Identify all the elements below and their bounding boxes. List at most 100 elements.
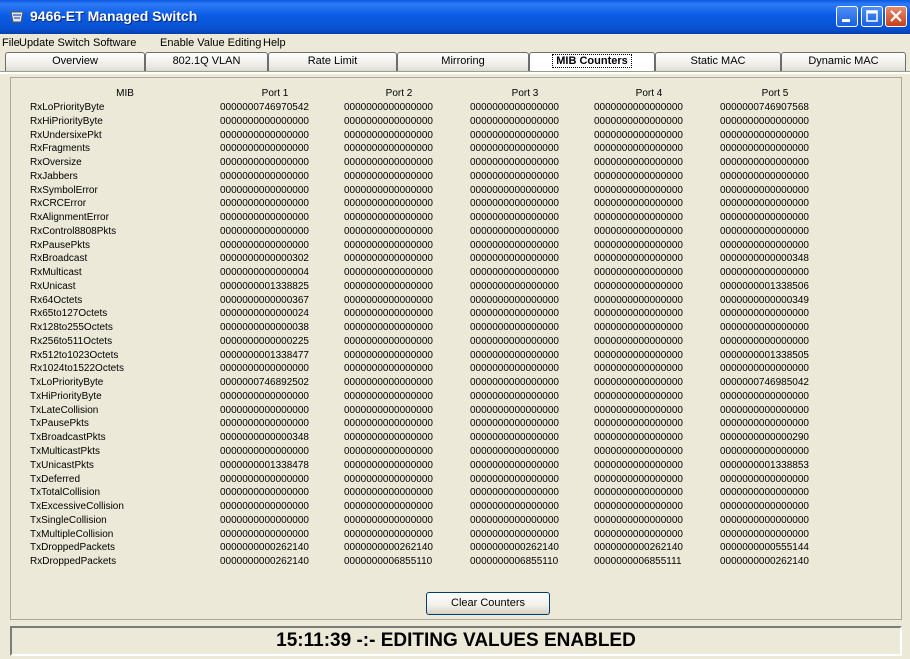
table-row: RxLoPriorityByte 0000000746970542 00000000… bbox=[11, 101, 901, 114]
table-row: TxMulticastPkts 0000000000000000 000000000… bbox=[11, 445, 901, 458]
port-1-value: 0000000000262140 bbox=[220, 556, 309, 568]
port-4-value: 0000000006855111 bbox=[594, 556, 682, 568]
port-5-value: 0000000000000000 bbox=[720, 170, 809, 182]
mib-name: Rx512to1023Octets bbox=[30, 349, 119, 361]
port-2-value: 0000000000000000 bbox=[344, 377, 433, 389]
port-1-value: 0000000000000000 bbox=[220, 404, 309, 416]
table-row: Rx512to1023Octets 0000000001338477 0000000… bbox=[11, 349, 901, 362]
close-button[interactable] bbox=[885, 6, 907, 27]
port-5-value: 0000000000000000 bbox=[720, 198, 809, 210]
port-2-value: 0000000000262140 bbox=[344, 542, 433, 554]
tab-overview[interactable]: Overview bbox=[5, 52, 145, 71]
port-4-value: 0000000000000000 bbox=[594, 225, 683, 237]
port-1-value: 0000000000000000 bbox=[220, 115, 309, 127]
column-header-port-1: Port 1 bbox=[261, 88, 289, 99]
tab-8021q-vlan[interactable]: 802.1Q VLAN bbox=[145, 52, 268, 71]
tab-rate-limit[interactable]: Rate Limit bbox=[268, 52, 397, 71]
tab-static-mac[interactable]: Static MAC bbox=[655, 52, 781, 71]
column-header-port-5: Port 5 bbox=[761, 88, 789, 99]
column-header-port-3: Port 3 bbox=[511, 88, 539, 99]
port-5-value: 0000000000000000 bbox=[720, 115, 809, 127]
menu-bar: File Update Switch Software Enable Value… bbox=[0, 34, 910, 52]
column-header-port-2: Port 2 bbox=[385, 88, 413, 99]
port-3-value: 0000000000000000 bbox=[470, 308, 559, 320]
mib-name: RxCRCError bbox=[30, 198, 87, 210]
port-4-value: 0000000000000000 bbox=[594, 267, 683, 279]
menu-enable-value-editing[interactable]: Enable Value Editing bbox=[160, 37, 261, 49]
port-1-value: 0000000000000000 bbox=[220, 363, 309, 375]
port-2-value: 0000000000000000 bbox=[344, 459, 433, 471]
port-2-value: 0000000000000000 bbox=[344, 102, 433, 113]
port-3-value: 0000000000000000 bbox=[470, 322, 559, 334]
port-4-value: 0000000000000000 bbox=[594, 501, 683, 513]
tab-dynamic-mac[interactable]: Dynamic MAC bbox=[781, 52, 906, 71]
table-row: Rx64Octets 0000000000000367 00000000000000… bbox=[11, 294, 901, 307]
mib-name: TxDroppedPackets bbox=[30, 542, 116, 554]
port-5-value: 0000000000000290 bbox=[720, 432, 809, 444]
tab-label: Dynamic MAC bbox=[808, 55, 879, 67]
menu-help[interactable]: Help bbox=[263, 37, 286, 49]
port-4-value: 0000000000000000 bbox=[594, 514, 683, 526]
port-5-value: 0000000000000348 bbox=[720, 253, 809, 265]
clear-counters-button[interactable]: Clear Counters bbox=[426, 592, 550, 615]
port-3-value: 0000000000000000 bbox=[470, 335, 559, 347]
table-row: TxExcessiveCollision 0000000000000000 0000… bbox=[11, 500, 901, 513]
port-3-value: 0000000000000000 bbox=[470, 280, 559, 292]
port-4-value: 0000000000000000 bbox=[594, 418, 683, 430]
tab-mib-counters[interactable]: MIB Counters bbox=[529, 52, 655, 71]
switch-app-icon bbox=[10, 11, 24, 23]
maximize-button[interactable] bbox=[861, 6, 883, 27]
table-row: TxPausePkts 0000000000000000 0000000000000… bbox=[11, 417, 901, 430]
port-1-value: 0000000000000000 bbox=[220, 212, 309, 224]
port-4-value: 0000000000000000 bbox=[594, 253, 683, 265]
menu-update-switch-software[interactable]: Update Switch Software bbox=[19, 37, 136, 49]
minimize-button[interactable] bbox=[836, 6, 858, 27]
port-3-value: 0000000000000000 bbox=[470, 170, 559, 182]
port-4-value: 0000000000000000 bbox=[594, 308, 683, 320]
port-2-value: 0000000000000000 bbox=[344, 239, 433, 251]
port-3-value: 0000000000000000 bbox=[470, 446, 559, 457]
port-2-value: 0000000000000000 bbox=[344, 390, 433, 402]
port-2-value: 0000000000000000 bbox=[344, 404, 433, 416]
port-4-value: 0000000000000000 bbox=[594, 102, 683, 113]
port-3-value: 0000000000000000 bbox=[470, 514, 559, 526]
tab-label: 802.1Q VLAN bbox=[172, 55, 241, 67]
port-2-value: 0000000000000000 bbox=[344, 432, 433, 444]
port-5-value: 0000000001338506 bbox=[720, 280, 809, 292]
port-4-value: 0000000000000000 bbox=[594, 459, 683, 471]
mib-name: TxMultipleCollision bbox=[30, 528, 114, 540]
table-row: TxDroppedPackets 0000000000262140 00000000… bbox=[11, 541, 901, 554]
port-2-value: 0000000000000000 bbox=[344, 363, 433, 375]
port-2-value: 0000000000000000 bbox=[344, 528, 433, 540]
table-row: RxHiPriorityByte 0000000000000000 00000000… bbox=[11, 115, 901, 128]
table-row: Rx65to127Octets 0000000000000024 000000000… bbox=[11, 307, 901, 320]
port-2-value: 0000000000000000 bbox=[344, 294, 433, 306]
port-4-value: 0000000000000000 bbox=[594, 528, 683, 540]
port-4-value: 0000000000000000 bbox=[594, 157, 683, 169]
port-2-value: 0000000000000000 bbox=[344, 157, 433, 169]
port-1-value: 0000000000000000 bbox=[220, 239, 309, 251]
port-4-value: 0000000000000000 bbox=[594, 184, 683, 196]
table-row: Rx128to255Octets 0000000000000038 00000000… bbox=[11, 321, 901, 334]
table-row: RxMulticast 0000000000000004 0000000000000… bbox=[11, 266, 901, 279]
port-3-value: 0000000000000000 bbox=[470, 212, 559, 224]
port-3-value: 0000000000262140 bbox=[470, 542, 559, 554]
title-bar[interactable]: 9466-ET Managed Switch bbox=[0, 0, 910, 34]
mib-name: TxLoPriorityByte bbox=[30, 377, 104, 389]
port-3-value: 0000000000000000 bbox=[470, 487, 559, 499]
port-1-value: 0000000000000004 bbox=[220, 267, 309, 279]
port-4-value: 0000000000000000 bbox=[594, 377, 683, 389]
port-4-value: 0000000000000000 bbox=[594, 390, 683, 402]
port-3-value: 0000000000000000 bbox=[470, 143, 559, 155]
port-4-value: 0000000000000000 bbox=[594, 198, 683, 210]
port-3-value: 0000000000000000 bbox=[470, 377, 559, 389]
port-2-value: 0000000000000000 bbox=[344, 280, 433, 292]
port-5-value: 0000000000000000 bbox=[720, 514, 809, 526]
port-3-value: 0000000000000000 bbox=[470, 349, 559, 361]
port-4-value: 0000000000000000 bbox=[594, 446, 683, 457]
port-2-value: 0000000000000000 bbox=[344, 143, 433, 155]
port-1-value: 0000000001338477 bbox=[220, 349, 309, 361]
port-1-value: 0000000000000225 bbox=[220, 335, 309, 347]
tab-mirroring[interactable]: Mirroring bbox=[397, 52, 529, 71]
menu-file[interactable]: File bbox=[2, 37, 20, 49]
